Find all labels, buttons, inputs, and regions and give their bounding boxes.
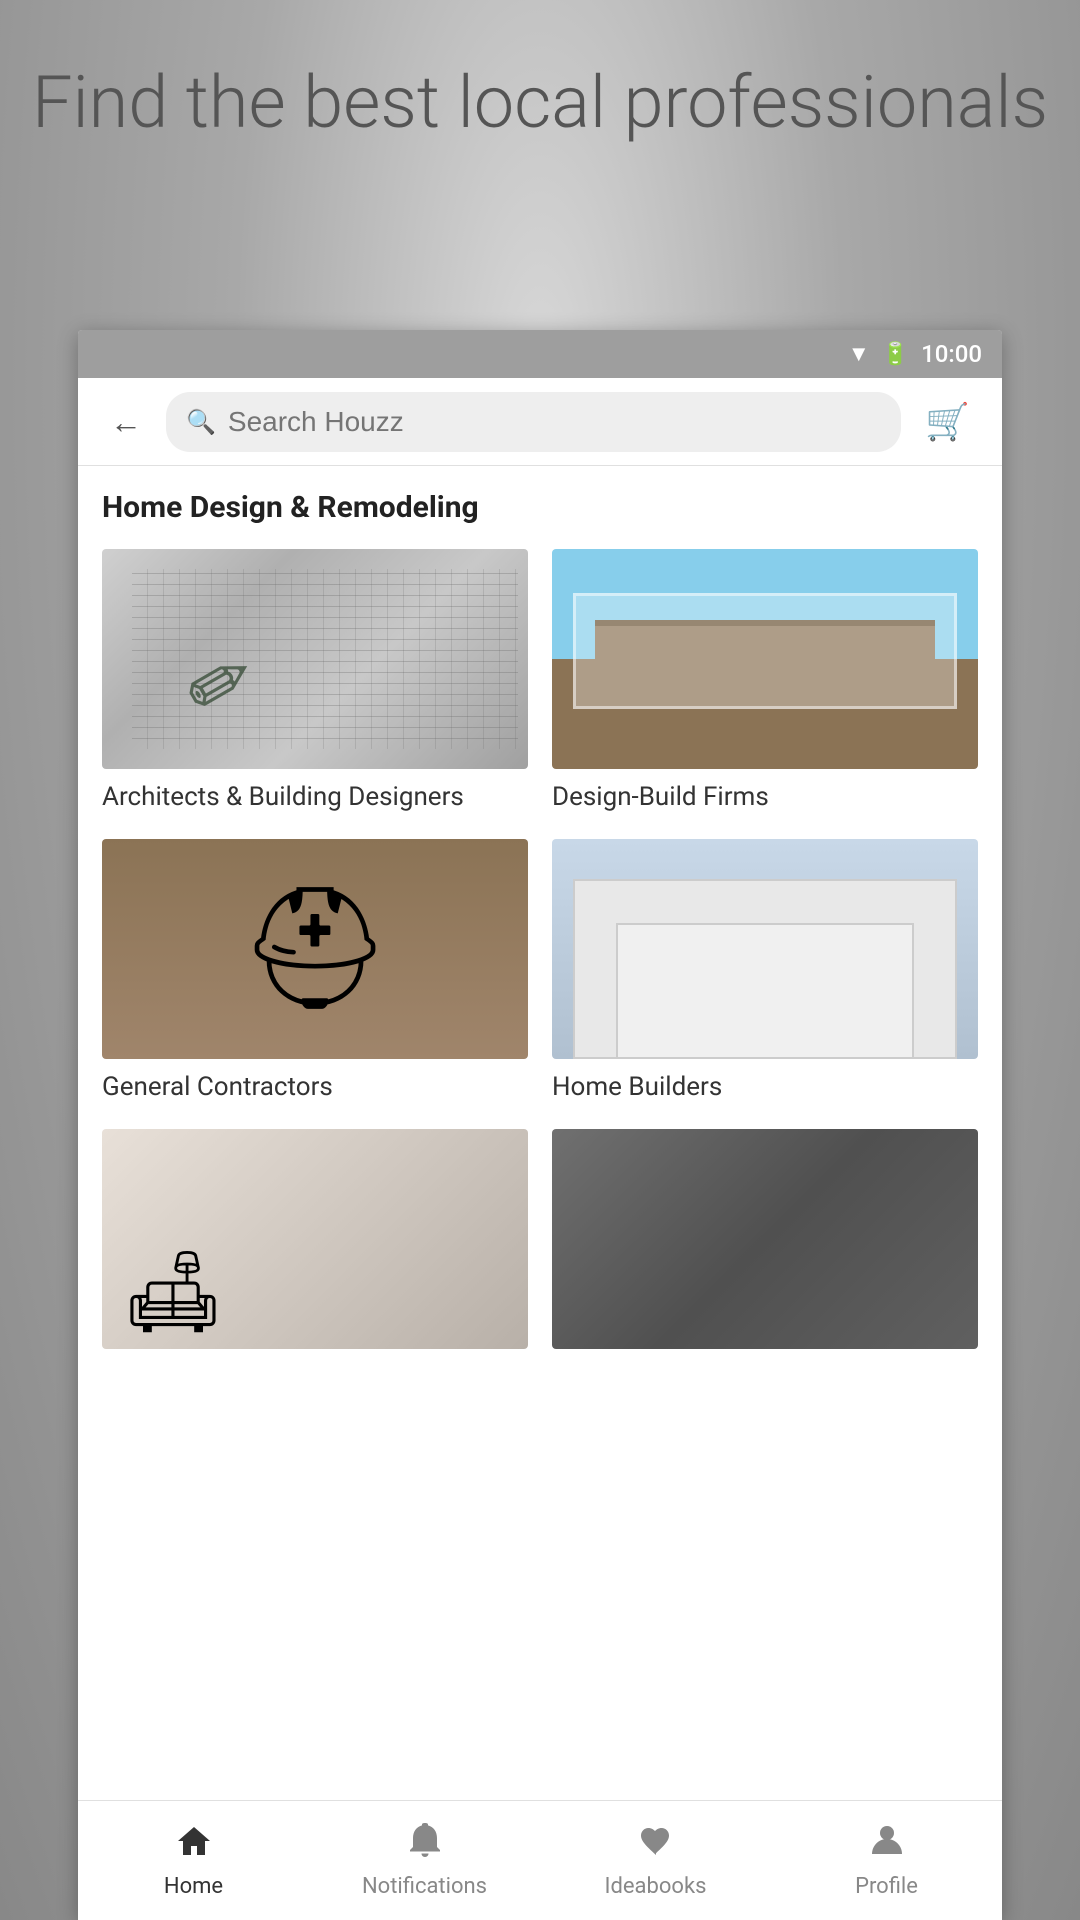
category-label-contractors: General Contractors xyxy=(102,1071,528,1105)
section-title: Home Design & Remodeling xyxy=(102,490,978,525)
category-item-contractors[interactable]: General Contractors xyxy=(102,839,528,1105)
category-item-architects[interactable]: Architects & Building Designers xyxy=(102,549,528,815)
category-image-living-room xyxy=(102,1129,528,1349)
category-item-living-room[interactable] xyxy=(102,1129,528,1361)
search-input[interactable] xyxy=(228,406,881,438)
back-button[interactable]: ← xyxy=(102,395,150,449)
category-image-contractors xyxy=(102,839,528,1059)
search-icon: 🔍 xyxy=(186,408,216,436)
hero-title: Find the best local professionals xyxy=(0,60,1080,146)
category-label-architects: Architects & Building Designers xyxy=(102,781,528,815)
category-image-architects xyxy=(102,549,528,769)
categories-grid: Architects & Building Designers Design-B… xyxy=(102,549,978,1361)
nav-label-home: Home xyxy=(164,1874,223,1899)
home-icon xyxy=(176,1823,212,1868)
search-input-wrap[interactable]: 🔍 xyxy=(166,392,901,452)
status-bar: ▼ 🔋 10:00 xyxy=(78,330,1002,378)
nav-item-notifications[interactable]: Notifications xyxy=(309,1801,540,1920)
notifications-icon xyxy=(407,1823,443,1868)
content-area: Home Design & Remodeling Architects & Bu… xyxy=(78,466,1002,1800)
nav-label-notifications: Notifications xyxy=(362,1874,487,1899)
cart-button[interactable]: 🛒 xyxy=(917,393,978,451)
category-image-home-builders xyxy=(552,839,978,1059)
battery-icon: 🔋 xyxy=(882,342,909,367)
category-image-bathroom xyxy=(552,1129,978,1349)
nav-item-profile[interactable]: Profile xyxy=(771,1801,1002,1920)
nav-label-ideabooks: Ideabooks xyxy=(605,1874,707,1899)
category-item-bathroom[interactable] xyxy=(552,1129,978,1361)
profile-icon xyxy=(869,1823,905,1868)
ideabooks-icon xyxy=(638,1823,674,1868)
status-time: 10:00 xyxy=(921,340,982,368)
category-label-design-build: Design-Build Firms xyxy=(552,781,978,815)
category-item-design-build[interactable]: Design-Build Firms xyxy=(552,549,978,815)
wifi-icon: ▼ xyxy=(848,341,870,367)
category-item-home-builders[interactable]: Home Builders xyxy=(552,839,978,1105)
app-card: ▼ 🔋 10:00 ← 🔍 🛒 Home Design & Remodeling… xyxy=(78,330,1002,1920)
nav-item-ideabooks[interactable]: Ideabooks xyxy=(540,1801,771,1920)
search-bar: ← 🔍 🛒 xyxy=(78,378,1002,466)
nav-item-home[interactable]: Home xyxy=(78,1801,309,1920)
nav-label-profile: Profile xyxy=(855,1874,918,1899)
bottom-nav: Home Notifications Ideabooks xyxy=(78,1800,1002,1920)
category-label-home-builders: Home Builders xyxy=(552,1071,978,1105)
hero-section: Find the best local professionals xyxy=(0,60,1080,146)
category-image-design-build xyxy=(552,549,978,769)
